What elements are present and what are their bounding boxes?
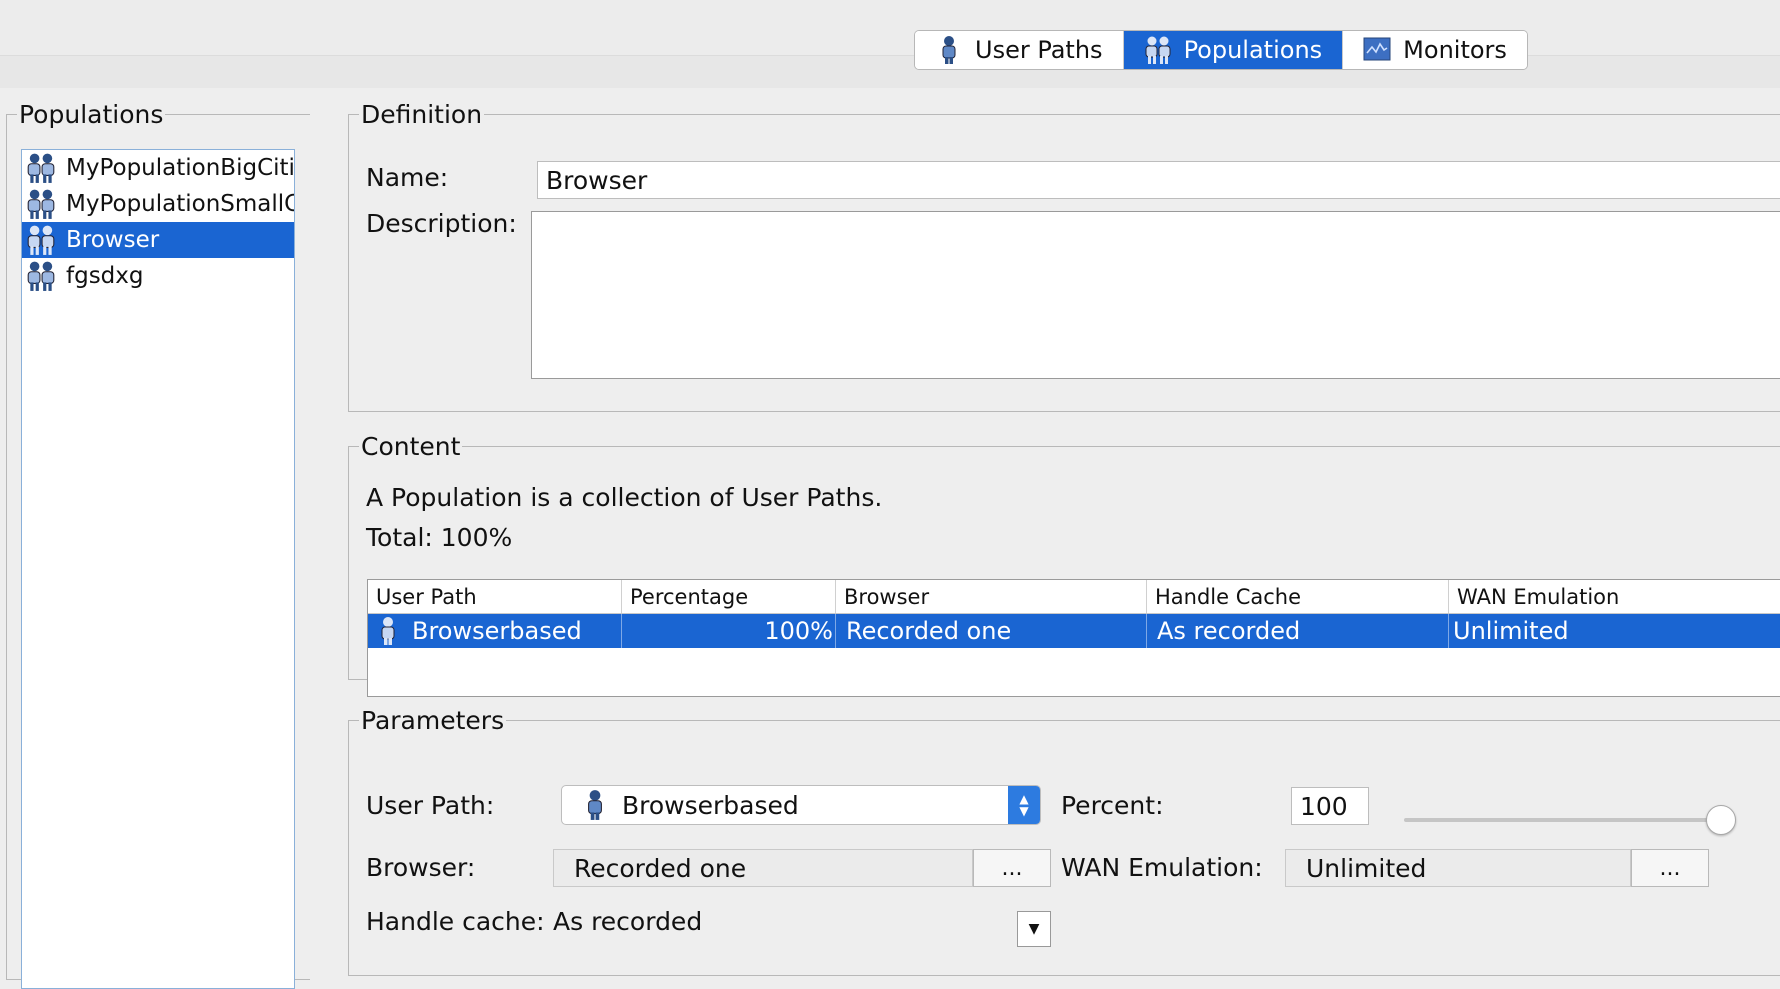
user-path-select[interactable]: Browserbased ▲ ▼ bbox=[561, 785, 1041, 825]
user-path-icon bbox=[381, 617, 395, 645]
content-title: Content bbox=[361, 432, 461, 461]
populations-list[interactable]: MyPopulationBigCities MyPopulationSmallC… bbox=[21, 149, 295, 989]
user-path-icon bbox=[588, 790, 602, 820]
browser-field: Recorded one bbox=[553, 849, 973, 887]
description-label: Description: bbox=[366, 209, 517, 238]
list-item-selected[interactable]: Browser bbox=[22, 222, 294, 258]
cell-user-path: Browserbased bbox=[368, 614, 622, 648]
list-item[interactable]: fgsdxg bbox=[22, 258, 294, 294]
table-row[interactable]: Browserbased 100% Recorded one As record… bbox=[368, 614, 1780, 648]
user-path-label: User Path: bbox=[366, 791, 495, 820]
definition-title: Definition bbox=[361, 100, 483, 129]
slider-track bbox=[1404, 818, 1724, 822]
populations-title: Populations bbox=[19, 100, 164, 129]
cell-wan-emulation: Unlimited bbox=[1453, 617, 1569, 645]
column-header-percentage[interactable]: Percentage bbox=[622, 580, 836, 613]
list-item-label: MyPopulationBigCities bbox=[66, 155, 294, 181]
tab-monitors-label: Monitors bbox=[1403, 36, 1507, 64]
parameters-panel: Parameters User Path: Browserbased ▲ ▼ Pe… bbox=[348, 706, 1780, 976]
name-label: Name: bbox=[366, 163, 449, 192]
parameters-title: Parameters bbox=[361, 706, 505, 735]
cell-percentage: 100% bbox=[622, 614, 836, 648]
table-header: User Path Percentage Browser Handle Cach… bbox=[368, 580, 1780, 614]
content-panel: Content A Population is a collection of … bbox=[348, 432, 1780, 697]
user-path-select-value: Browserbased bbox=[622, 790, 799, 820]
tab-user-paths-label: User Paths bbox=[975, 36, 1103, 64]
list-item[interactable]: MyPopulationSmallCities bbox=[22, 186, 294, 222]
definition-panel: Definition Name: Browser Description: bbox=[348, 100, 1780, 412]
slider-knob[interactable] bbox=[1706, 805, 1736, 835]
tab-populations[interactable]: Populations bbox=[1123, 31, 1344, 69]
cell-handle-cache: As recorded bbox=[1147, 614, 1449, 648]
list-item-label: Browser bbox=[66, 227, 160, 253]
percent-field[interactable]: 100 bbox=[1291, 787, 1369, 825]
chevron-updown-icon[interactable]: ▲ ▼ bbox=[1008, 786, 1040, 824]
wan-emulation-browse-button[interactable]: ... bbox=[1631, 849, 1709, 887]
user-path-table: User Path Percentage Browser Handle Cach… bbox=[367, 579, 1780, 697]
user-path-icon bbox=[935, 35, 963, 65]
percent-label: Percent: bbox=[1061, 791, 1164, 820]
populations-panel: Populations MyPopulationBigCities MyPopu… bbox=[6, 100, 310, 989]
list-item-label: fgsdxg bbox=[66, 263, 144, 289]
handle-cache-label: Handle cache: bbox=[366, 907, 545, 936]
tab-populations-label: Populations bbox=[1183, 36, 1323, 64]
tab-monitors[interactable]: Monitors bbox=[1343, 31, 1527, 69]
chevron-down-icon[interactable]: ▼ bbox=[1017, 911, 1051, 947]
list-item[interactable]: MyPopulationBigCities bbox=[22, 150, 294, 186]
handle-cache-value[interactable]: As recorded bbox=[553, 907, 702, 936]
description-field[interactable] bbox=[531, 211, 1780, 379]
percent-slider[interactable] bbox=[1404, 803, 1736, 837]
content-total-text: Total: 100% bbox=[366, 523, 513, 552]
column-header-wan-emulation[interactable]: WAN Emulation bbox=[1449, 580, 1780, 613]
list-item-label: MyPopulationSmallCities bbox=[66, 191, 294, 217]
population-icon bbox=[27, 225, 55, 255]
browser-browse-button[interactable]: ... bbox=[973, 849, 1051, 887]
wan-emulation-field: Unlimited bbox=[1285, 849, 1631, 887]
population-icon bbox=[27, 153, 55, 183]
population-icon bbox=[27, 189, 55, 219]
population-icon bbox=[27, 261, 55, 291]
column-header-browser[interactable]: Browser bbox=[836, 580, 1147, 613]
browser-label: Browser: bbox=[366, 853, 476, 882]
column-header-user-path[interactable]: User Path bbox=[368, 580, 622, 613]
column-header-handle-cache[interactable]: Handle Cache bbox=[1147, 580, 1449, 613]
monitor-icon bbox=[1363, 35, 1391, 65]
wan-emulation-label: WAN Emulation: bbox=[1061, 853, 1263, 882]
name-field[interactable]: Browser bbox=[537, 161, 1780, 199]
view-tab-bar: User Paths Populations Monitors bbox=[914, 30, 1528, 70]
cell-browser: Recorded one bbox=[836, 614, 1147, 648]
tab-user-paths[interactable]: User Paths bbox=[915, 31, 1124, 69]
cell-user-path-text: Browserbased bbox=[412, 617, 582, 645]
content-info-text: A Population is a collection of User Pat… bbox=[366, 483, 883, 512]
population-icon bbox=[1144, 35, 1172, 65]
